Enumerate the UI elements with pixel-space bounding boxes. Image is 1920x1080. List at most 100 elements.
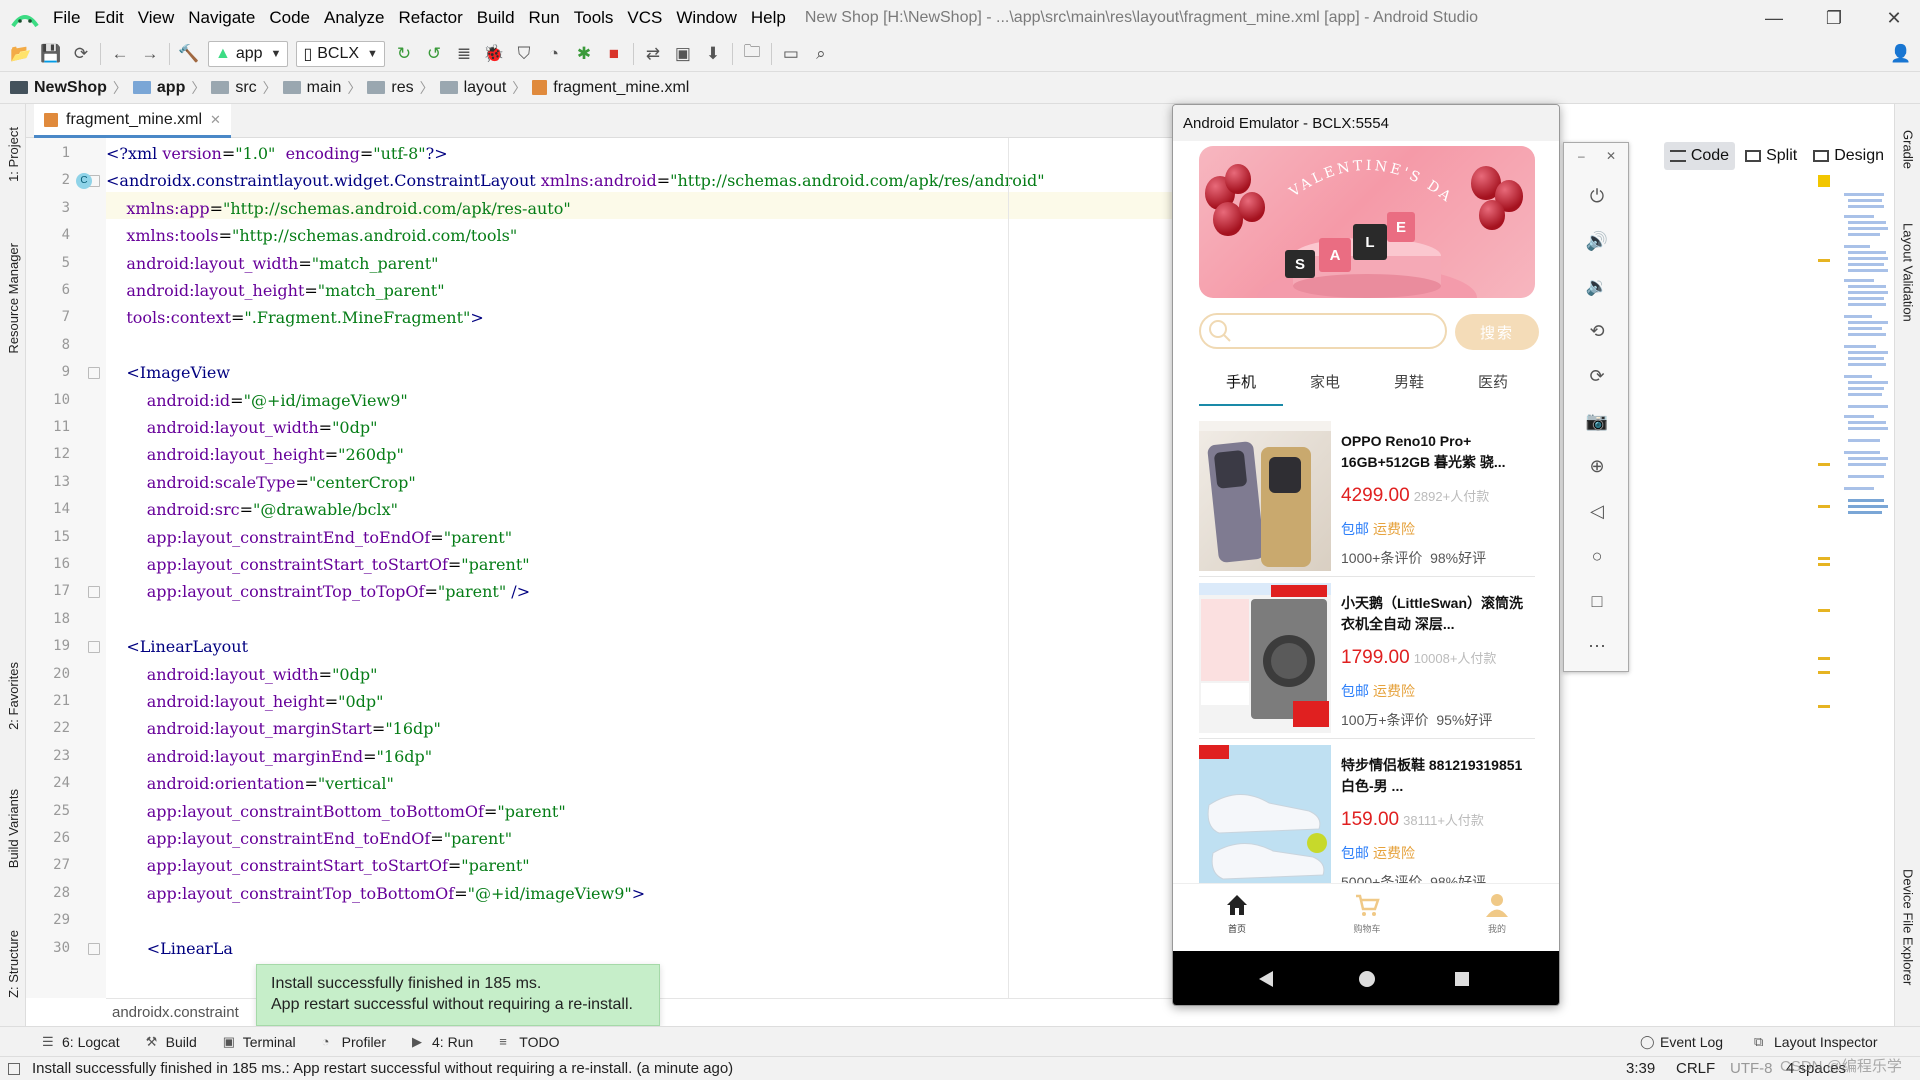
line-separator[interactable]: CRLF <box>1676 1060 1715 1077</box>
product-item[interactable]: 小天鹅（LittleSwan）滚筒洗衣机全自动 深层... 1799.00 100… <box>1199 583 1535 739</box>
menu-build[interactable]: Build <box>470 8 522 28</box>
project-structure-button[interactable]: 🗀 <box>737 40 767 68</box>
valentine-banner-image[interactable]: VALENTINE'S DAY S A L E <box>1199 146 1535 298</box>
fold-marker-icon[interactable] <box>88 942 100 955</box>
menu-view[interactable]: View <box>131 8 182 28</box>
menu-navigate[interactable]: Navigate <box>181 8 262 28</box>
menu-analyze[interactable]: Analyze <box>317 8 391 28</box>
nav-mine[interactable]: 我的 <box>1457 892 1537 935</box>
status-message[interactable]: Install successfully finished in 185 ms.… <box>32 1060 733 1077</box>
sync-gradle-button[interactable]: ⇄ <box>638 40 668 68</box>
tab-medicine[interactable]: 医药 <box>1451 371 1535 401</box>
fold-marker-icon[interactable] <box>88 367 100 380</box>
apply-code-changes-button[interactable]: ↺ <box>419 40 449 68</box>
split-view-button[interactable]: Split <box>1739 142 1803 170</box>
file-encoding[interactable]: UTF-8 <box>1730 1060 1773 1077</box>
save-all-button[interactable]: 💾 <box>36 40 66 68</box>
emu-back-button[interactable]: ◁ <box>1582 496 1612 526</box>
search-input[interactable] <box>1199 313 1447 349</box>
volume-down-button[interactable]: 🔉 <box>1582 271 1612 301</box>
attach-debugger-button[interactable]: ✱ <box>569 40 599 68</box>
tool-project[interactable]: 1: Project <box>0 112 26 196</box>
product-item[interactable]: 特步情侣板鞋 881219319851 白色-男 ... 159.00 38111… <box>1199 745 1535 901</box>
menu-run[interactable]: Run <box>522 8 567 28</box>
search-everywhere-button[interactable]: ⌕ <box>806 40 836 68</box>
rotate-left-button[interactable]: ⟲ <box>1582 316 1612 346</box>
tab-event-log[interactable]: ◯ Event Log <box>1634 1034 1729 1050</box>
crumb-layout[interactable]: layout 〉 <box>439 78 533 98</box>
device-screen[interactable]: VALENTINE'S DAY S A L E 搜索 手机 家电 男鞋 医药 <box>1173 141 1559 951</box>
sdk-manager-button[interactable]: ⬇ <box>698 40 728 68</box>
menu-tools[interactable]: Tools <box>567 8 621 28</box>
open-folder-button[interactable]: 📂 <box>6 40 36 68</box>
device-select[interactable]: ▯ BCLX ▼ <box>296 40 385 67</box>
overview-square-icon[interactable] <box>1455 972 1469 986</box>
caret-position[interactable]: 3:39 <box>1626 1060 1655 1077</box>
debug-button[interactable]: 🐞 <box>479 40 509 68</box>
crumb-res[interactable]: res 〉 <box>367 78 439 98</box>
minimize-button[interactable]: — <box>1746 0 1802 36</box>
zoom-button[interactable]: ⊕ <box>1582 451 1612 481</box>
crumb-project[interactable]: NewShop 〉 <box>10 78 133 98</box>
account-button[interactable]: 👤 <box>1886 40 1916 68</box>
sync-button[interactable]: ⟳ <box>66 40 96 68</box>
crumb-file[interactable]: fragment_mine.xml <box>532 79 689 97</box>
tab-phones[interactable]: 手机 <box>1199 371 1283 401</box>
editor-tab-fragment-mine[interactable]: fragment_mine.xml ✕ <box>34 104 231 138</box>
coverage-button[interactable]: ⛉ <box>509 40 539 68</box>
tab-logcat[interactable]: ☰ 6: Logcat <box>36 1034 126 1050</box>
menu-code[interactable]: Code <box>262 8 317 28</box>
fold-marker-icon[interactable] <box>88 586 100 599</box>
tab-build[interactable]: ⚒ Build <box>140 1034 203 1050</box>
error-stripe[interactable] <box>1818 175 1894 1005</box>
fold-marker-icon[interactable] <box>88 641 100 654</box>
tool-resource-manager[interactable]: Resource Manager <box>0 230 26 366</box>
menu-vcs[interactable]: VCS <box>620 8 669 28</box>
menu-window[interactable]: Window <box>669 8 743 28</box>
crumb-app[interactable]: app 〉 <box>132 78 211 98</box>
tool-favorites[interactable]: 2: Favorites <box>0 646 26 746</box>
back-triangle-icon[interactable] <box>1259 971 1273 987</box>
panel-minimize-icon[interactable]: – <box>1578 149 1585 163</box>
panel-close-icon[interactable]: ✕ <box>1606 149 1616 163</box>
tool-layout-validation[interactable]: Layout Validation <box>1895 204 1920 340</box>
code-editor[interactable]: <?xml version="1.0" encoding="utf-8"?> <a… <box>106 138 1181 998</box>
volume-up-button[interactable]: 🔊 <box>1582 226 1612 256</box>
menu-file[interactable]: File <box>46 8 87 28</box>
emu-home-button[interactable]: ○ <box>1582 541 1612 571</box>
run-config-select[interactable]: ▲ app ▼ <box>208 40 289 67</box>
avd-manager-button[interactable]: ▣ <box>668 40 698 68</box>
menu-refactor[interactable]: Refactor <box>391 8 469 28</box>
nav-cart[interactable]: 购物车 <box>1327 892 1407 935</box>
maximize-button[interactable]: ❐ <box>1806 0 1862 36</box>
run-tests-button[interactable]: ≣ <box>449 40 479 68</box>
crumb-main[interactable]: main 〉 <box>282 78 368 98</box>
home-circle-icon[interactable] <box>1359 971 1375 987</box>
make-project-button[interactable]: 🔨 <box>174 40 204 68</box>
stop-button[interactable]: ■ <box>599 40 629 68</box>
tab-layout-inspector[interactable]: ⧉ Layout Inspector <box>1748 1034 1884 1050</box>
profile-button[interactable]: ◔ <box>539 40 569 68</box>
more-button[interactable]: ⋯ <box>1582 631 1612 661</box>
nav-home[interactable]: 首页 <box>1197 892 1277 935</box>
status-toggle-icon[interactable] <box>8 1062 20 1075</box>
tab-terminal[interactable]: ▣ Terminal <box>217 1034 302 1050</box>
emu-overview-button[interactable]: □ <box>1582 586 1612 616</box>
code-view-button[interactable]: Code <box>1663 142 1736 170</box>
tool-device-file-explorer[interactable]: Device File Explorer <box>1895 852 1920 1002</box>
design-view-button[interactable]: Design <box>1807 142 1890 170</box>
tab-profiler[interactable]: ◔ Profiler <box>316 1034 392 1050</box>
tool-structure[interactable]: Z: Structure <box>0 914 26 1014</box>
crumb-src[interactable]: src 〉 <box>211 78 282 98</box>
tab-mens-shoes[interactable]: 男鞋 <box>1367 371 1451 401</box>
menu-help[interactable]: Help <box>744 8 793 28</box>
rotate-right-button[interactable]: ⟳ <box>1582 361 1612 391</box>
tab-todo[interactable]: ≡ TODO <box>493 1034 565 1050</box>
back-button[interactable]: ← <box>105 40 135 68</box>
tool-build-variants[interactable]: Build Variants <box>0 774 26 884</box>
tab-run[interactable]: ▶ 4: Run <box>406 1034 479 1050</box>
apply-changes-button[interactable]: ↻ <box>389 40 419 68</box>
menu-edit[interactable]: Edit <box>87 8 130 28</box>
tool-gradle[interactable]: Gradle <box>1895 110 1920 190</box>
forward-button[interactable]: → <box>135 40 165 68</box>
